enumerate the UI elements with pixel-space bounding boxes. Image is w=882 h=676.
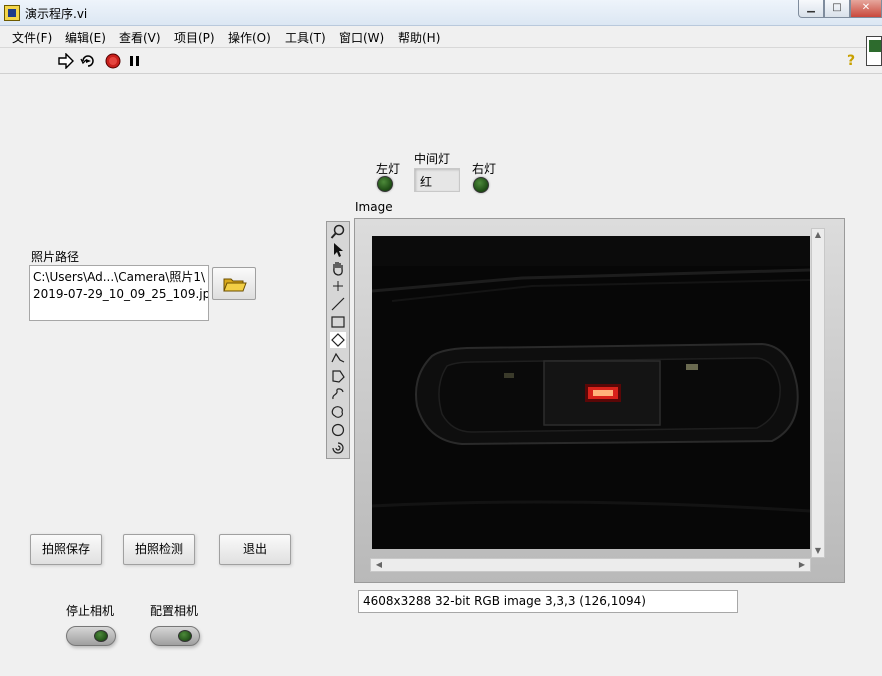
scroll-right-icon[interactable]: ▶ [796, 559, 808, 571]
image-tool-palette [326, 221, 350, 459]
menu-project[interactable]: 项目(P) [174, 29, 215, 46]
menu-tools[interactable]: 工具(T) [285, 29, 326, 46]
scroll-up-icon[interactable]: ▲ [812, 229, 824, 241]
open-folder-icon [223, 276, 247, 292]
photo-path-line-1: C:\Users\Ad...\Camera\照片1\ [33, 270, 206, 284]
annulus-icon[interactable] [330, 440, 346, 456]
abort-stop-icon[interactable] [105, 53, 121, 69]
menu-edit[interactable]: 编辑(E) [65, 29, 106, 46]
zoom-icon[interactable] [330, 224, 346, 240]
freehand-line-icon[interactable] [330, 386, 346, 402]
exit-button[interactable]: 退出 [219, 534, 291, 565]
rectangle-icon[interactable] [330, 314, 346, 330]
right-light-label: 右灯 [472, 162, 497, 176]
image-display-label: Image [355, 200, 393, 214]
rotated-rectangle-icon[interactable] [330, 332, 346, 348]
close-button[interactable]: ✕ [850, 0, 882, 18]
image-vertical-scrollbar[interactable]: ▲ ▼ [811, 228, 825, 558]
minimize-button[interactable]: ▁ [798, 0, 824, 18]
maximize-button[interactable]: □ [824, 0, 850, 18]
labview-app-icon [4, 5, 20, 21]
left-light-label: 左灯 [376, 162, 401, 176]
camera-image[interactable] [372, 236, 810, 549]
stop-camera-led [94, 630, 108, 642]
pause-icon[interactable] [127, 53, 143, 69]
toolbar: ? [0, 48, 882, 74]
middle-light-label: 中间灯 [414, 152, 451, 166]
title-bar: 演示程序.vi ▁ □ ✕ [0, 0, 882, 26]
config-camera-switch[interactable] [150, 626, 200, 646]
capture-detect-button[interactable]: 拍照检测 [123, 534, 195, 565]
menu-bar: 文件(F) 编辑(E) 查看(V) 项目(P) 操作(O) 工具(T) 窗口(W… [0, 26, 882, 48]
right-light-led [473, 177, 489, 193]
scroll-left-icon[interactable]: ◀ [373, 559, 385, 571]
pointer-icon[interactable] [330, 242, 346, 258]
photo-path-label: 照片路径 [31, 250, 80, 264]
capture-save-button[interactable]: 拍照保存 [30, 534, 102, 565]
middle-light-indicator: 红 [414, 168, 460, 192]
menu-help[interactable]: 帮助(H) [398, 29, 440, 46]
stop-camera-label: 停止相机 [66, 604, 115, 618]
photo-path-field[interactable]: C:\Users\Ad...\Camera\照片1\ 2019-07-29_10… [29, 265, 209, 321]
stop-camera-switch[interactable] [66, 626, 116, 646]
image-horizontal-scrollbar[interactable]: ◀ ▶ [370, 558, 811, 572]
vi-connector-icon [866, 36, 882, 66]
browse-folder-button[interactable] [212, 267, 256, 300]
run-continuously-icon[interactable] [80, 53, 96, 69]
window-title: 演示程序.vi [25, 7, 88, 21]
menu-view[interactable]: 查看(V) [119, 29, 161, 46]
left-light-led [377, 176, 393, 192]
pan-hand-icon[interactable] [330, 260, 346, 276]
config-camera-label: 配置相机 [150, 604, 199, 618]
menu-operate[interactable]: 操作(O) [228, 29, 271, 46]
image-status-bar: 4608x3288 32-bit RGB image 3,3,3 (126,10… [358, 590, 738, 613]
menu-window[interactable]: 窗口(W) [339, 29, 384, 46]
oval-icon[interactable] [330, 422, 346, 438]
polygon-icon[interactable] [330, 368, 346, 384]
polyline-icon[interactable] [330, 350, 346, 366]
freehand-region-icon[interactable] [330, 404, 346, 420]
context-help-icon[interactable]: ? [843, 53, 859, 69]
run-arrow-icon[interactable] [58, 52, 74, 70]
photo-path-line-2: 2019-07-29_10_09_25_109.jpg [33, 287, 209, 301]
config-camera-led [178, 630, 192, 642]
point-icon[interactable] [330, 278, 346, 294]
scroll-down-icon[interactable]: ▼ [812, 545, 824, 557]
menu-file[interactable]: 文件(F) [12, 29, 52, 46]
line-icon[interactable] [330, 296, 346, 312]
